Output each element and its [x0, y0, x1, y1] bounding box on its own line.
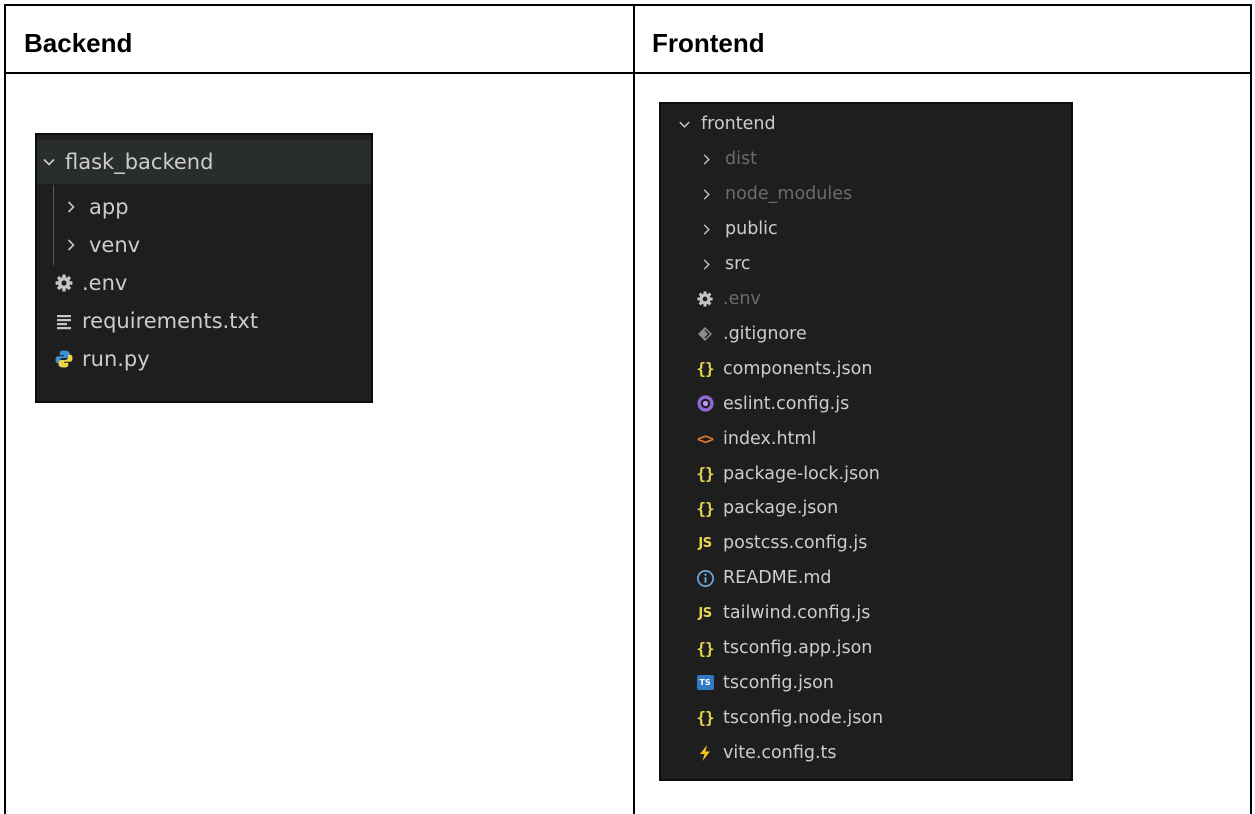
tree-item-label: vite.config.ts [723, 742, 837, 763]
frontend-root-label: frontend [701, 114, 776, 134]
chevron-down-icon [677, 117, 695, 132]
tree-item-file-gitignore[interactable]: .gitignore [661, 317, 1071, 352]
gear-icon [53, 272, 75, 294]
tree-item-file-index-html[interactable]: <> index.html [661, 421, 1071, 456]
tree-item-file-postcss-config[interactable]: JS postcss.config.js [661, 526, 1071, 561]
tree-item-folder-node-modules[interactable]: node_modules [661, 177, 1071, 212]
json-braces-icon: {} [696, 359, 714, 379]
tree-item-label: requirements.txt [82, 309, 259, 333]
tree-item-file-readme[interactable]: README.md [661, 561, 1071, 596]
tree-item-file-components-json[interactable]: {} components.json [661, 351, 1071, 386]
tree-item-label: tsconfig.json [723, 672, 834, 693]
chevron-right-icon [699, 152, 717, 167]
column-header-backend: Backend [24, 28, 133, 58]
tree-item-label: package.json [723, 498, 839, 519]
backend-root-folder[interactable]: flask_backend [37, 140, 371, 184]
tree-item-file-tailwind-config[interactable]: JS tailwind.config.js [661, 596, 1071, 631]
tree-item-label: .env [723, 289, 761, 310]
tree-item-folder-app[interactable]: app [37, 188, 371, 226]
chevron-right-icon [63, 199, 81, 215]
backend-root-label: flask_backend [65, 150, 214, 174]
tree-item-label: public [725, 219, 778, 240]
ts-icon: TS [695, 673, 715, 693]
tree-item-label: src [725, 254, 751, 275]
tree-item-file-requirements[interactable]: requirements.txt [37, 302, 371, 340]
git-diamond-icon [695, 324, 715, 344]
tree-item-folder-public[interactable]: public [661, 212, 1071, 247]
tree-item-file-package-json[interactable]: {} package.json [661, 491, 1071, 526]
html-brackets-icon: <> [696, 429, 714, 448]
eslint-icon [695, 394, 715, 414]
tree-item-file-tsconfig-node-json[interactable]: {} tsconfig.node.json [661, 700, 1071, 735]
tree-item-folder-dist[interactable]: dist [661, 142, 1071, 177]
tree-item-label: tailwind.config.js [723, 603, 871, 624]
chevron-right-icon [699, 257, 717, 272]
js-icon: JS [698, 535, 712, 551]
tree-item-file-tsconfig-json[interactable]: TS tsconfig.json [661, 666, 1071, 701]
python-icon [53, 348, 75, 370]
json-braces-icon: {} [696, 464, 714, 484]
tree-item-label: eslint.config.js [723, 393, 850, 414]
tree-item-file-package-lock-json[interactable]: {} package-lock.json [661, 456, 1071, 491]
chevron-right-icon [63, 237, 81, 253]
tree-item-label: .gitignore [723, 323, 807, 344]
vite-bolt-icon [695, 743, 715, 763]
table-header-divider [4, 72, 1252, 74]
tree-item-file-eslint-config[interactable]: eslint.config.js [661, 386, 1071, 421]
gear-icon [695, 289, 715, 309]
chevron-right-icon [699, 222, 717, 237]
tree-item-file-vite-config[interactable]: vite.config.ts [661, 735, 1071, 770]
text-lines-icon [53, 310, 75, 332]
tree-item-folder-venv[interactable]: venv [37, 226, 371, 264]
tree-item-label: README.md [723, 568, 832, 589]
js-icon: JS [698, 605, 712, 621]
tree-item-label: node_modules [725, 184, 853, 205]
json-braces-icon: {} [696, 498, 714, 518]
backend-file-explorer: flask_backend app venv .env requirements… [35, 133, 373, 403]
frontend-file-explorer: frontend dist node_modules public src .e… [659, 102, 1073, 781]
tree-item-file-env[interactable]: .env [661, 282, 1071, 317]
tree-item-label: index.html [723, 428, 817, 449]
tree-item-label: tsconfig.node.json [723, 707, 884, 728]
tree-item-folder-src[interactable]: src [661, 247, 1071, 282]
tree-item-label: components.json [723, 358, 873, 379]
column-header-frontend: Frontend [652, 28, 765, 58]
tree-item-label: venv [89, 233, 141, 257]
tree-item-label: app [89, 195, 129, 219]
tree-item-label: dist [725, 149, 757, 170]
tree-item-label: run.py [82, 347, 150, 371]
tree-item-label: .env [82, 271, 128, 295]
tree-item-label: postcss.config.js [723, 533, 868, 554]
chevron-right-icon [699, 187, 717, 202]
table-column-divider [633, 4, 635, 814]
tree-item-file-env[interactable]: .env [37, 264, 371, 302]
json-braces-icon: {} [696, 708, 714, 728]
frontend-root-folder[interactable]: frontend [661, 106, 1071, 142]
tree-item-file-tsconfig-app-json[interactable]: {} tsconfig.app.json [661, 631, 1071, 666]
info-icon [695, 568, 715, 588]
tree-item-label: package-lock.json [723, 463, 880, 484]
tree-item-file-run-py[interactable]: run.py [37, 340, 371, 378]
chevron-down-icon [41, 154, 59, 170]
tree-item-label: tsconfig.app.json [723, 638, 873, 659]
ts-icon-badge: TS [696, 675, 714, 691]
json-braces-icon: {} [696, 638, 714, 658]
